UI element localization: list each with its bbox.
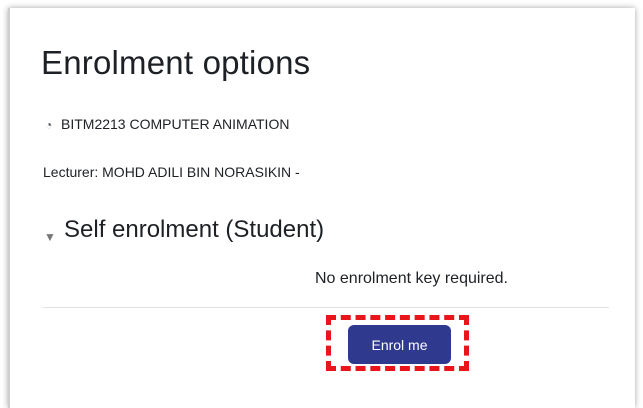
course-lecturer: Lecturer: MOHD ADILI BIN NORASIKIN - [43,164,300,180]
enrolment-key-info: No enrolment key required. [315,270,508,287]
page-title: Enrolment options [41,44,311,81]
chevron-down-icon[interactable]: ▼ [44,230,56,244]
enrolment-method-title[interactable]: Self enrolment (Student) [64,216,324,244]
panel-left-border [8,8,10,408]
course-name: BITM2213 COMPUTER ANIMATION [61,116,290,132]
course-name-line: ◔ BITM2213 COMPUTER ANIMATION [45,116,289,132]
course-icon: ◔ [45,118,53,132]
enrolment-panel: Enrolment options ◔ BITM2213 COMPUTER ANI… [8,8,635,408]
highlight-annotation [326,315,469,371]
divider [43,307,609,308]
